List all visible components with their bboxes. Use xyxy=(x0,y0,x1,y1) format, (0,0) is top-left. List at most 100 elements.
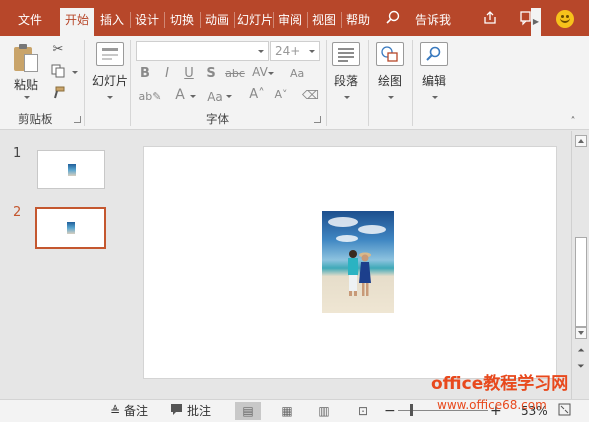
slides-dropdown-caret[interactable] xyxy=(107,96,113,99)
clipboard-group-label: 剪贴板 xyxy=(18,112,53,126)
paste-icon[interactable] xyxy=(14,44,40,74)
paragraph-button[interactable]: 段落 xyxy=(334,74,358,88)
editing-button[interactable]: 编辑 xyxy=(422,74,446,88)
tab-file[interactable]: 文件 xyxy=(10,8,50,32)
tell-me-box[interactable]: 告诉我 xyxy=(410,8,456,32)
ribbon-tab-bar: 文件 开始 插入 设计 切换 动画 幻灯片 审阅 视图 帮助 告诉我 ▶ xyxy=(0,0,589,36)
tab-separator xyxy=(307,12,308,28)
reading-view-button[interactable]: ▥ xyxy=(311,402,337,420)
format-painter-icon[interactable] xyxy=(50,86,66,105)
smiley-feedback-icon[interactable] xyxy=(556,10,574,28)
comments-icon[interactable] xyxy=(170,403,184,419)
slides-button[interactable]: 幻灯片 xyxy=(92,74,128,88)
slide-thumbnail-2[interactable] xyxy=(35,207,106,249)
copy-icon[interactable] xyxy=(50,64,66,83)
scroll-thumb[interactable] xyxy=(575,237,587,327)
tab-separator xyxy=(164,12,165,28)
clipboard-dialog-launcher[interactable] xyxy=(74,116,81,123)
tab-separator xyxy=(273,12,274,28)
ribbon-home: 粘贴 ✂ 剪贴板 幻灯片 24+ B I U S abc AV Aa ab✎ A… xyxy=(0,36,589,130)
fit-to-window-icon[interactable] xyxy=(558,403,572,419)
strikethrough-icon[interactable]: abc xyxy=(224,66,246,82)
slideshow-view-button[interactable]: ⊡ xyxy=(350,402,376,420)
tab-insert[interactable]: 插入 xyxy=(96,8,128,32)
slide-number: 2 xyxy=(13,205,22,220)
editing-dropdown-caret[interactable] xyxy=(432,96,438,99)
group-separator xyxy=(412,40,413,126)
underline-icon[interactable]: U xyxy=(182,66,196,82)
comments-button[interactable]: 批注 xyxy=(187,403,211,419)
font-size-value: 24+ xyxy=(275,44,301,58)
tab-slideshow[interactable]: 幻灯片 xyxy=(237,8,273,32)
group-separator xyxy=(368,40,369,126)
copy-dropdown-caret[interactable] xyxy=(72,71,78,74)
scroll-down-arrow-icon xyxy=(578,331,584,335)
tab-separator xyxy=(341,12,342,28)
next-slide-icon[interactable]: ⏷ xyxy=(574,359,588,375)
tab-review[interactable]: 审阅 xyxy=(276,8,304,32)
font-dialog-launcher[interactable] xyxy=(314,116,321,123)
tab-transitions[interactable]: 切换 xyxy=(167,8,197,32)
zoom-out-button[interactable]: − xyxy=(384,403,396,419)
font-color-dropdown-caret[interactable] xyxy=(190,95,196,98)
cut-icon[interactable]: ✂ xyxy=(50,42,66,58)
font-size-combo[interactable]: 24+ xyxy=(270,41,320,61)
zoom-slider-thumb[interactable] xyxy=(410,404,413,416)
thumbnail-photo xyxy=(68,164,76,176)
tab-separator xyxy=(130,12,131,28)
tab-help[interactable]: 帮助 xyxy=(344,8,372,32)
spacing-dropdown-caret[interactable] xyxy=(268,72,274,75)
lightbulb-search-icon[interactable] xyxy=(384,10,402,32)
thumbnail-photo xyxy=(67,222,75,234)
font-name-combo[interactable] xyxy=(136,41,269,61)
beach-couple-photo[interactable] xyxy=(322,211,394,313)
slide-sorter-view-button[interactable]: ▦ xyxy=(274,402,300,420)
current-slide[interactable] xyxy=(143,146,557,379)
increase-font-size-icon[interactable]: A˄ xyxy=(248,87,266,103)
clear-formatting-icon[interactable]: ⌫ xyxy=(302,87,319,103)
drawing-dropdown-caret[interactable] xyxy=(388,96,394,99)
more-tabs-button[interactable]: ▶ xyxy=(531,8,541,36)
tab-separator xyxy=(200,12,201,28)
previous-slide-icon[interactable]: ⏶ xyxy=(574,343,588,359)
font-case-dropdown-caret[interactable] xyxy=(226,95,232,98)
text-shadow-icon[interactable]: S xyxy=(204,66,218,82)
notes-button[interactable]: 备注 xyxy=(124,403,148,419)
paste-button[interactable]: 粘贴 xyxy=(14,78,38,92)
slide-thumbnails-panel: 1 2 xyxy=(0,131,128,399)
font-color-icon[interactable]: A xyxy=(172,87,188,103)
paste-dropdown-caret[interactable] xyxy=(24,96,30,99)
group-separator xyxy=(326,40,327,126)
group-separator xyxy=(84,40,85,126)
watermark-url: www.office68.com xyxy=(437,398,547,412)
italic-icon[interactable]: I xyxy=(160,66,174,82)
collapse-ribbon-icon[interactable]: ˄ xyxy=(566,114,580,130)
notes-icon[interactable]: ≜ xyxy=(110,403,120,419)
group-separator xyxy=(130,40,131,126)
shapes-icon[interactable] xyxy=(376,42,404,66)
tab-home[interactable]: 开始 xyxy=(60,8,94,36)
watermark-title: office教程学习网 xyxy=(431,374,569,394)
drawing-button[interactable]: 绘图 xyxy=(378,74,402,88)
font-group-label: 字体 xyxy=(206,112,229,126)
normal-view-button[interactable]: ▤ xyxy=(235,402,261,420)
paragraph-icon[interactable] xyxy=(332,42,360,66)
slide-number: 1 xyxy=(13,146,22,161)
bold-icon[interactable]: B xyxy=(138,66,152,82)
highlight-color-icon[interactable]: ab✎ xyxy=(138,89,162,105)
new-slide-icon[interactable] xyxy=(96,42,124,66)
scroll-up-arrow-icon xyxy=(578,139,584,143)
share-icon[interactable] xyxy=(481,10,499,32)
vertical-scrollbar[interactable]: ⏶ ⏷ xyxy=(571,131,589,399)
change-case-icon[interactable]: Aa xyxy=(290,66,304,82)
tab-animations[interactable]: 动画 xyxy=(203,8,231,32)
paragraph-dropdown-caret[interactable] xyxy=(344,96,350,99)
find-icon[interactable] xyxy=(420,42,448,66)
tab-view[interactable]: 视图 xyxy=(310,8,338,32)
font-case-icon[interactable]: Aa xyxy=(206,89,224,105)
decrease-font-size-icon[interactable]: A˅ xyxy=(272,87,290,103)
slide-thumbnail-1[interactable] xyxy=(37,150,105,189)
tab-separator xyxy=(234,12,235,28)
tab-design[interactable]: 设计 xyxy=(133,8,161,32)
woman-figure xyxy=(359,252,371,296)
